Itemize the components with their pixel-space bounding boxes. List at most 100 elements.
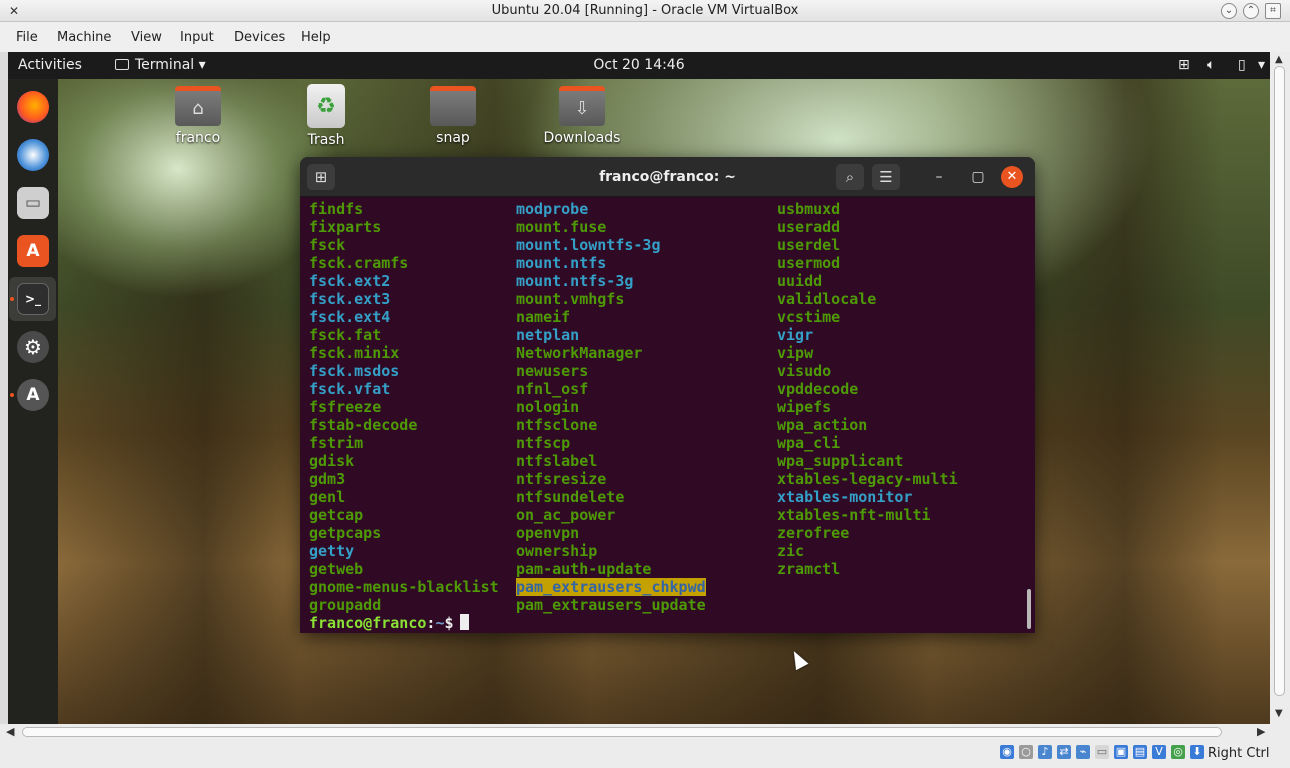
system-menu-arrow-icon[interactable]: ▾ — [1258, 57, 1265, 73]
host-menubar: File Machine View Input Devices Help — [0, 22, 1290, 52]
menu-input[interactable]: Input — [180, 30, 214, 45]
shell-prompt[interactable]: franco@franco:~$ — [309, 614, 469, 632]
desktop-icon-trash[interactable]: ♻ Trash — [281, 84, 371, 148]
scroll-up-icon[interactable]: ▲ — [1275, 54, 1283, 65]
terminal-window[interactable]: ⊞ franco@franco: ~ ⌕ ☰ – ▢ ✕ findfs fixpa… — [300, 157, 1035, 633]
terminal-output[interactable]: findfs fixparts fsck fsck.cramfs fsck.ext2 fs… — [309, 200, 1024, 633]
menu-machine[interactable]: Machine — [57, 30, 111, 45]
output-line: genl — [309, 488, 499, 506]
command-name: mount.ntfs — [516, 254, 607, 272]
command-name: nfnl_osf — [516, 380, 589, 398]
command-name: openvpn — [516, 524, 580, 542]
output-line: nologin — [516, 398, 706, 416]
output-line: vcstime — [777, 308, 958, 326]
firefox-icon[interactable] — [17, 91, 49, 123]
command-name: fsck.ext2 — [309, 272, 391, 290]
network-icon[interactable]: ⊞ — [1178, 57, 1190, 73]
maximize-icon[interactable]: ▢ — [965, 164, 991, 190]
shared-folders-icon[interactable]: ▭ — [1095, 745, 1109, 759]
terminal-icon[interactable]: >_ — [17, 283, 49, 315]
network-adapter-icon[interactable]: ⇄ — [1057, 745, 1071, 759]
command-name: getweb — [309, 560, 364, 578]
command-name: NetworkManager — [516, 344, 643, 362]
command-name: vipw — [777, 344, 814, 362]
output-line: NetworkManager — [516, 344, 706, 362]
scroll-left-icon[interactable]: ◀ — [6, 725, 14, 738]
horizontal-scroll-thumb[interactable] — [22, 727, 1222, 737]
audio-icon[interactable]: ♪ — [1038, 745, 1052, 759]
scroll-right-icon[interactable]: ▶ — [1257, 725, 1265, 738]
desktop-icon-snap[interactable]: snap — [408, 86, 498, 146]
desktop-icon-label: Trash — [307, 132, 345, 148]
thunderbird-icon[interactable] — [17, 139, 49, 171]
output-column: modprobe mount.fuse mount.lowntfs-3g mount.… — [516, 200, 706, 614]
command-name: genl — [309, 488, 346, 506]
trash-icon: ♻ — [307, 84, 345, 128]
text-cursor — [459, 614, 469, 630]
terminal-headerbar[interactable]: ⊞ franco@franco: ~ ⌕ ☰ – ▢ ✕ — [300, 157, 1035, 197]
prompt-symbol: $ — [444, 614, 454, 632]
cpu-icon[interactable]: V — [1152, 745, 1166, 759]
output-line: fsfreeze — [309, 398, 499, 416]
command-name: fsck.cramfs — [309, 254, 409, 272]
recording-icon[interactable]: ▤ — [1133, 745, 1147, 759]
usb-icon[interactable]: ⌁ — [1076, 745, 1090, 759]
command-name: gdm3 — [309, 470, 346, 488]
hamburger-menu-icon[interactable]: ☰ — [872, 164, 900, 190]
command-name: ntfslabel — [516, 452, 598, 470]
display-icon[interactable]: ▣ — [1114, 745, 1128, 759]
command-name: groupadd — [309, 596, 382, 614]
files-icon[interactable]: ▭ — [17, 187, 49, 219]
vertical-scroll-thumb[interactable] — [1274, 66, 1285, 696]
menu-help[interactable]: Help — [301, 30, 331, 45]
command-name: wipefs — [777, 398, 832, 416]
command-name: fsck — [309, 236, 346, 254]
vertical-scrollbar[interactable]: ▲ ▼ — [1270, 52, 1290, 724]
output-line: mount.ntfs-3g — [516, 272, 706, 290]
command-name: fsck.ext3 — [309, 290, 391, 308]
home-folder-icon: ⌂ — [175, 86, 221, 126]
horizontal-scrollbar[interactable]: ◀ ▶ — [0, 724, 1290, 740]
output-line: getpcaps — [309, 524, 499, 542]
terminal-scrollbar[interactable] — [1027, 589, 1031, 629]
hard-disk-icon[interactable]: ◉ — [1000, 745, 1014, 759]
optical-drive-icon[interactable]: ○ — [1019, 745, 1033, 759]
search-icon[interactable]: ⌕ — [836, 164, 864, 190]
desktop-icon-downloads[interactable]: ⇩ Downloads — [537, 86, 627, 146]
software-updater-icon[interactable]: A — [17, 379, 49, 411]
desktop-icon-label: snap — [436, 130, 470, 146]
battery-icon[interactable]: ▯ — [1238, 57, 1246, 73]
command-name: pam_extrausers_chkpwd — [516, 578, 706, 596]
pin-icon[interactable]: ⌗ — [1265, 3, 1281, 19]
output-line: gnome-menus-blacklist — [309, 578, 499, 596]
menu-view[interactable]: View — [131, 30, 162, 45]
close-icon[interactable]: ✕ — [1001, 166, 1023, 188]
output-line: fstab-decode — [309, 416, 499, 434]
output-line: fsck.msdos — [309, 362, 499, 380]
settings-icon[interactable]: ⚙ — [17, 331, 49, 363]
clock[interactable]: Oct 20 14:46 — [8, 57, 1270, 73]
maximize-icon[interactable]: ⌃ — [1243, 3, 1259, 19]
minimize-icon[interactable]: – — [926, 164, 952, 190]
output-line: xtables-monitor — [777, 488, 958, 506]
menu-devices[interactable]: Devices — [234, 30, 285, 45]
output-line: fsck.ext3 — [309, 290, 499, 308]
mouse-integration-icon[interactable]: ◎ — [1171, 745, 1185, 759]
minimize-icon[interactable]: ⌄ — [1221, 3, 1237, 19]
keyboard-capture-icon[interactable]: ⬇ — [1190, 745, 1204, 759]
output-line: modprobe — [516, 200, 706, 218]
scroll-down-icon[interactable]: ▼ — [1275, 708, 1283, 719]
software-center-icon[interactable]: A — [17, 235, 49, 267]
folder-icon — [430, 86, 476, 126]
output-line: zic — [777, 542, 958, 560]
desktop-icon-franco[interactable]: ⌂ franco — [153, 86, 243, 146]
terminal-title: franco@franco: ~ — [599, 169, 736, 185]
command-name: getty — [309, 542, 355, 560]
output-line: on_ac_power — [516, 506, 706, 524]
menu-file[interactable]: File — [16, 30, 38, 45]
command-name: ntfsclone — [516, 416, 598, 434]
output-column: findfs fixparts fsck fsck.cramfs fsck.ext2 fs… — [309, 200, 499, 614]
volume-icon[interactable]: 🔈︎ — [1207, 57, 1215, 73]
output-line: getty — [309, 542, 499, 560]
output-line: getweb — [309, 560, 499, 578]
